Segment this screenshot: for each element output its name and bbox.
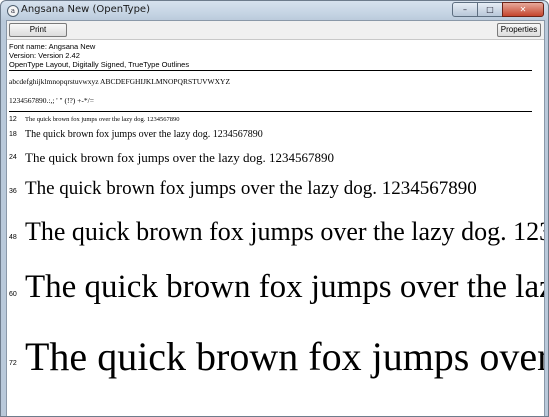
sample-text: The quick brown fox jumps over the lazy …: [25, 269, 544, 305]
sample-size-label: 36: [9, 188, 17, 195]
close-button[interactable]: ✕: [502, 2, 544, 17]
charset-digits-symbols: 1234567890.:,; ' " (!?) +-*/=: [9, 96, 94, 105]
sample-text: The quick brown fox jumps over the lazy …: [25, 217, 544, 246]
sample-size-label: 60: [9, 291, 17, 298]
sample-text: The quick brown fox jumps over the lazy …: [25, 150, 335, 165]
window-title: Angsana New (OpenType): [21, 4, 150, 15]
sample-size-label: 12: [9, 116, 17, 123]
font-file-icon: a: [7, 5, 19, 17]
font-info: Font name: Angsana New Version: Version …: [9, 42, 189, 69]
print-button[interactable]: Print: [9, 23, 67, 37]
sample-text: The quick brown fox jumps over the lazy …: [25, 178, 477, 199]
divider: [9, 111, 532, 112]
charset-letters: abcdefghijklmnopqrstuvwxyz ABCDEFGHIJKLM…: [9, 77, 231, 86]
divider: [9, 70, 532, 71]
sample-size-label: 24: [9, 154, 17, 161]
sample-size-label: 72: [9, 360, 17, 367]
font-type-line: OpenType Layout, Digitally Signed, TrueT…: [9, 60, 190, 69]
minimize-button[interactable]: –: [452, 2, 478, 17]
font-version-line: Version: Version 2.42: [9, 51, 80, 60]
sample-size-label: 48: [9, 234, 17, 241]
properties-button[interactable]: Properties: [497, 23, 541, 37]
title-bar[interactable]: a Angsana New (OpenType) – □ ✕: [1, 1, 548, 19]
caption-buttons: – □ ✕: [452, 2, 544, 17]
sample-text: The quick brown fox jumps over the lazy …: [25, 129, 263, 140]
sample-text: The quick brown fox jumps over the lazy …: [25, 334, 545, 379]
sample-text: The quick brown fox jumps over the lazy …: [25, 116, 180, 123]
toolbar: Print Properties: [7, 21, 544, 40]
font-viewer-window: a Angsana New (OpenType) – □ ✕ Print Pro…: [0, 0, 549, 417]
font-preview-area: Print Properties Font name: Angsana New …: [6, 20, 545, 416]
sample-size-label: 18: [9, 131, 17, 138]
maximize-button[interactable]: □: [477, 2, 503, 17]
font-name-line: Font name: Angsana New: [9, 42, 96, 51]
